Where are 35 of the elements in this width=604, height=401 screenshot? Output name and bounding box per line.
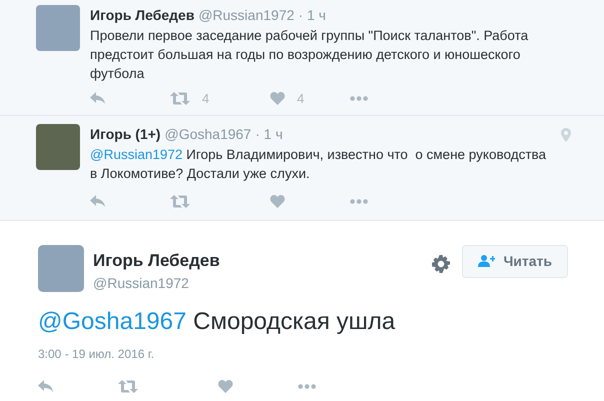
author-handle[interactable]: @Gosha1967 (164, 124, 252, 144)
avatar-photo-placeholder[interactable] (36, 5, 80, 51)
author-name[interactable]: Игорь Лебедев (93, 250, 432, 270)
heart-icon[interactable] (218, 380, 233, 392)
author-handle[interactable]: @Russian1972 (93, 272, 432, 294)
heart-icon[interactable] (270, 92, 285, 106)
mention-link[interactable]: @Russian1972 (90, 146, 183, 162)
avatar-photo-placeholder[interactable] (36, 124, 80, 170)
location-pin-icon[interactable] (561, 128, 571, 142)
retweet-icon[interactable] (118, 380, 138, 392)
reply-icon[interactable] (90, 194, 106, 208)
more-icon[interactable] (350, 198, 368, 204)
tweet-timestamp[interactable]: 3:00 - 19 июл. 2016 г. (38, 344, 568, 362)
add-person-icon (478, 255, 496, 267)
retweet-icon[interactable] (170, 194, 190, 208)
author-name[interactable]: Игорь (1+) (90, 124, 161, 144)
tweet-text: @Russian1972 Игорь Владимирович, известно что о смене руководства в Локомотиве? Достали уже слухи. (90, 146, 548, 182)
author-name[interactable]: Игорь Лебедев (90, 5, 194, 26)
reply-icon[interactable] (38, 380, 54, 392)
avatar-photo-placeholder[interactable] (38, 244, 84, 292)
more-icon[interactable] (350, 96, 368, 102)
author-handle[interactable]: @Russian1972 (198, 5, 294, 26)
mention-link[interactable]: @Gosha1967 (38, 308, 186, 334)
action-count: 4 (297, 90, 304, 108)
retweet-icon[interactable] (170, 92, 190, 106)
follow-button[interactable]: Читать (462, 244, 568, 278)
tweet-time[interactable]: · 1 ч (298, 5, 326, 26)
reply-icon[interactable] (90, 92, 106, 106)
settings-icon[interactable] (432, 254, 450, 272)
tweet-text: Провели первое заседание рабочей группы "Поиск талантов". Работа предстоит большая на годы по возрождению детского и юношеского футбола (90, 27, 530, 83)
tweet-text: @Gosha1967 Смородская ушла (38, 306, 396, 336)
action-count: 4 (202, 90, 210, 108)
more-icon[interactable] (298, 384, 316, 388)
tweet-time[interactable]: · 1 ч (255, 124, 283, 144)
heart-icon[interactable] (270, 194, 285, 208)
